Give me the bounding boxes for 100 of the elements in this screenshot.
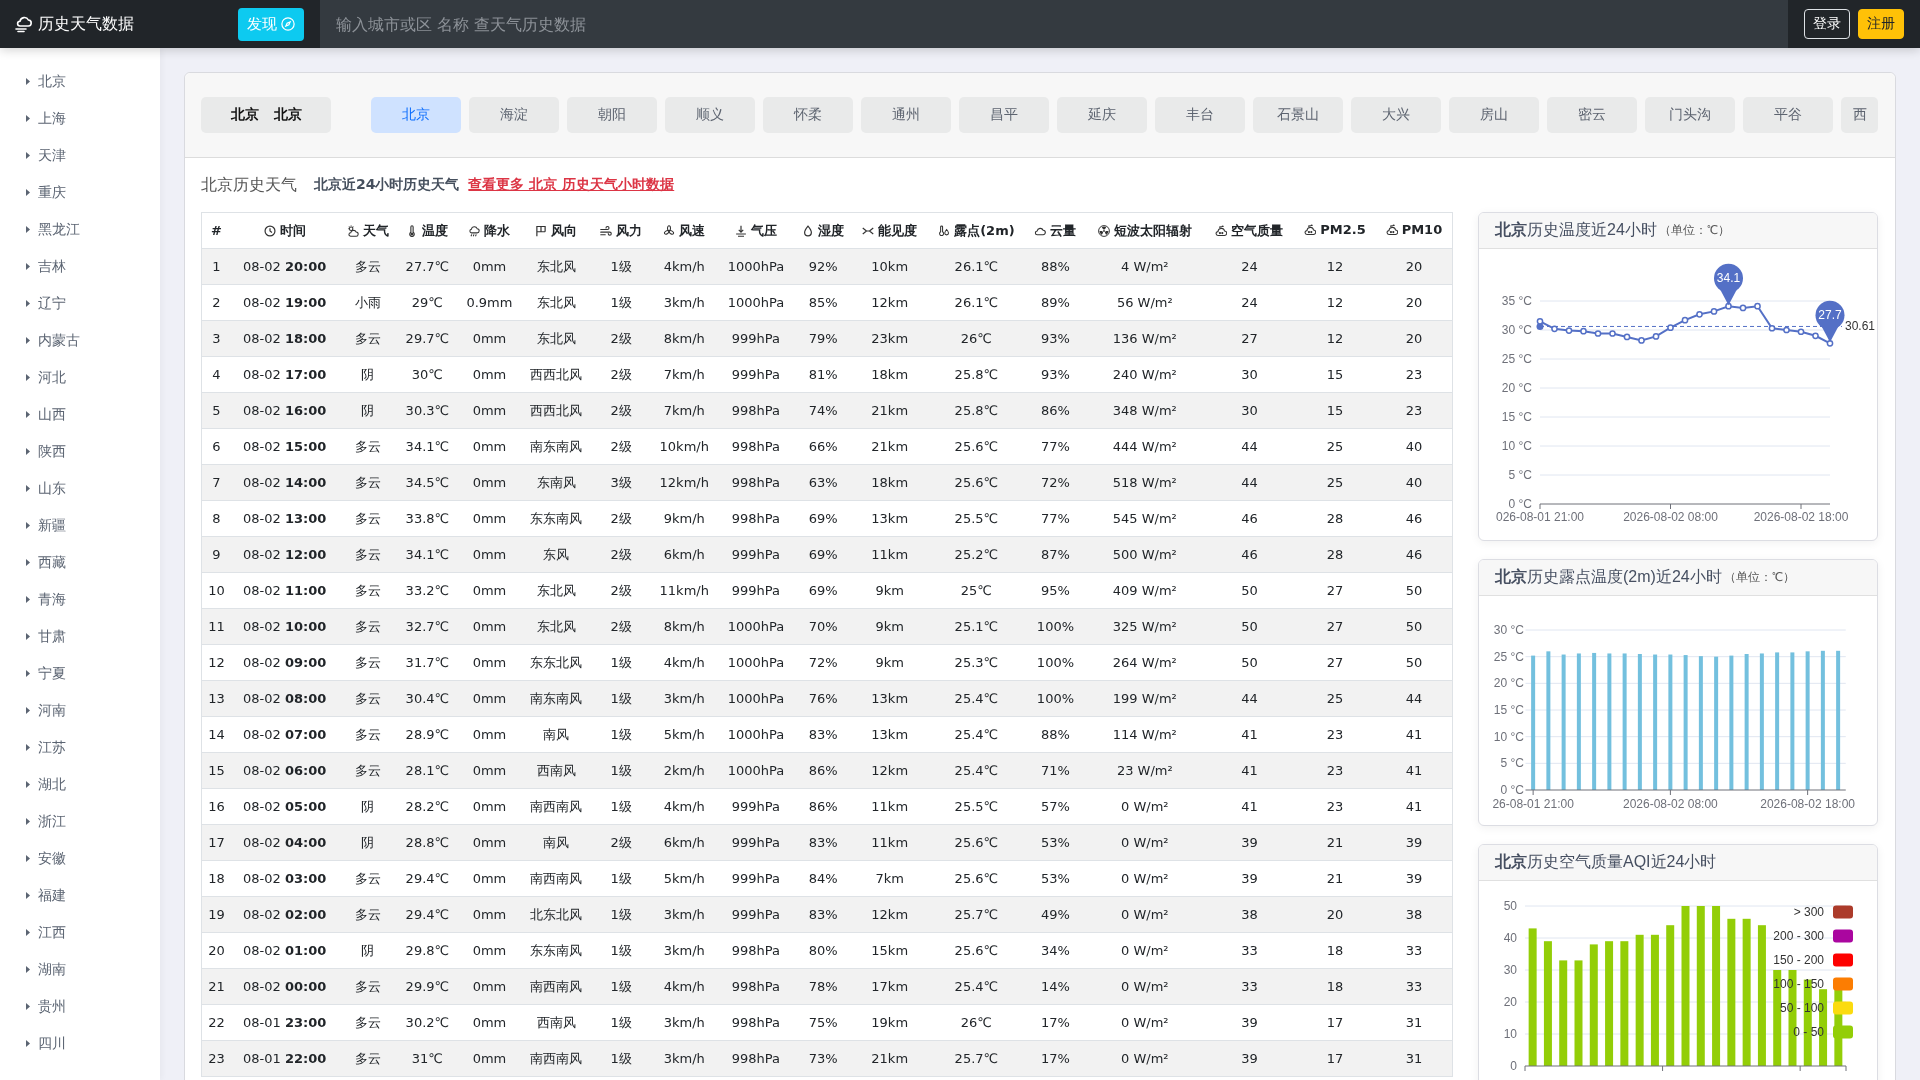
- table-cell: 39: [1204, 860, 1295, 897]
- axis-label: 30: [1503, 963, 1517, 977]
- table-cell: 3: [201, 320, 231, 357]
- table-cell: 998hPa: [717, 932, 794, 969]
- table-cell: 21km: [852, 428, 927, 465]
- table-cell: 88%: [1026, 716, 1085, 753]
- table-cell: 100%: [1026, 680, 1085, 717]
- table-cell: 6: [201, 428, 231, 465]
- table-cell: 999hPa: [717, 788, 794, 825]
- table-cell: 12km: [852, 284, 927, 321]
- table-cell: 9km: [852, 572, 927, 609]
- table-cell: 1级: [591, 680, 651, 717]
- table-cell: 46: [1375, 500, 1453, 537]
- table-cell: 11km/h: [650, 572, 718, 609]
- table-cell: 34.1℃: [397, 428, 458, 465]
- table-cell: 13km: [852, 680, 927, 717]
- table-cell: 南西南风: [521, 1040, 592, 1077]
- table-cell: 多云: [338, 680, 398, 717]
- table-cell: 26.1℃: [926, 284, 1027, 321]
- table-cell: 57%: [1026, 788, 1085, 825]
- table-cell: 1000hPa: [717, 248, 794, 285]
- table-cell: 0mm: [457, 536, 522, 573]
- table-cell: 264 W/m²: [1084, 644, 1205, 681]
- table-cell: 多云: [338, 464, 398, 501]
- column-header: 露点(2m): [954, 221, 1015, 240]
- axis-label: 30 °C: [1493, 623, 1524, 637]
- table-cell: 多云: [338, 536, 398, 573]
- table-cell: 0 W/m²: [1084, 968, 1205, 1005]
- axis-label: 0: [1510, 1059, 1517, 1073]
- table-cell: 小雨: [338, 284, 398, 321]
- table-cell: 29.8℃: [397, 932, 458, 969]
- table-cell: 999hPa: [717, 356, 794, 393]
- table-cell: 2级: [591, 428, 651, 465]
- table-cell: 东南风: [521, 464, 592, 501]
- table-cell: 72%: [793, 644, 853, 681]
- table-cell: 8: [201, 500, 231, 537]
- table-cell: 25.6℃: [926, 464, 1027, 501]
- table-cell: 1级: [591, 788, 651, 825]
- table-cell: 08-02 20:00: [230, 248, 339, 285]
- legend-label: > 300: [1793, 905, 1824, 919]
- table-cell: 1级: [591, 248, 651, 285]
- table-cell: 南东南风: [521, 428, 592, 465]
- axis-label: 25 °C: [1501, 352, 1532, 366]
- table-cell: 5km/h: [650, 716, 718, 753]
- table-cell: 0.9mm: [457, 284, 522, 321]
- table-cell: 2级: [591, 608, 651, 645]
- table-cell: 3km/h: [650, 896, 718, 933]
- axis-label: 20 °C: [1501, 381, 1532, 395]
- table-cell: 东东南风: [521, 500, 592, 537]
- table-cell: 3km/h: [650, 932, 718, 969]
- table-cell: 25.2℃: [926, 536, 1027, 573]
- table-cell: 15: [1294, 356, 1376, 393]
- axis-label: 15 °C: [1493, 703, 1524, 717]
- axis-label: 50: [1503, 899, 1517, 913]
- table-cell: 5km/h: [650, 860, 718, 897]
- table-cell: 24: [1204, 248, 1295, 285]
- table-cell: 30℃: [397, 356, 458, 393]
- legend-label: 200 - 300: [1773, 929, 1824, 943]
- table-cell: 29.9℃: [397, 968, 458, 1005]
- column-header: 时间: [279, 221, 306, 240]
- table-cell: 444 W/m²: [1084, 428, 1205, 465]
- table-cell: 56 W/m²: [1084, 284, 1205, 321]
- table-cell: 50: [1204, 608, 1295, 645]
- table-cell: 83%: [793, 824, 853, 861]
- table-cell: 西南风: [521, 752, 592, 789]
- axis-label: 5 °C: [1500, 756, 1524, 771]
- table-cell: 6km/h: [650, 536, 718, 573]
- table-cell: 25.4℃: [926, 716, 1027, 753]
- table-cell: 33: [1204, 968, 1295, 1005]
- table-cell: 多云: [338, 716, 398, 753]
- table-cell: 12km/h: [650, 464, 718, 501]
- table-cell: 44: [1204, 680, 1295, 717]
- chart-title: 北京历史露点温度(2m)近24小时: [1495, 567, 1722, 587]
- table-cell: 0mm: [457, 428, 522, 465]
- table-cell: 92%: [793, 248, 853, 285]
- table-cell: 83%: [793, 716, 853, 753]
- table-cell: 32.7℃: [397, 608, 458, 645]
- table-cell: 12km: [852, 896, 927, 933]
- table-cell: 28.1℃: [397, 752, 458, 789]
- table-cell: 18km: [852, 464, 927, 501]
- table-cell: 50: [1375, 644, 1453, 681]
- axis-label: 2026-08-02 18:00: [1753, 510, 1849, 524]
- table-cell: 0 W/m²: [1084, 896, 1205, 933]
- table-cell: 南东南风: [521, 680, 592, 717]
- table-cell: 409 W/m²: [1084, 572, 1205, 609]
- table-cell: 25.8℃: [926, 392, 1027, 429]
- table-cell: 28.8℃: [397, 824, 458, 861]
- table-cell: 0 W/m²: [1084, 1040, 1205, 1077]
- table-cell: 26.1℃: [926, 248, 1027, 285]
- table-cell: 12: [1294, 248, 1376, 285]
- table-cell: 2级: [591, 536, 651, 573]
- table-cell: 30: [1204, 356, 1295, 393]
- table-cell: 30: [1204, 392, 1295, 429]
- table-cell: 0mm: [457, 1004, 522, 1041]
- unit-label: （单位：℃）: [1723, 569, 1795, 586]
- table-cell: 08-02 09:00: [230, 644, 339, 681]
- table-cell: 3级: [591, 464, 651, 501]
- table-cell: 41: [1204, 716, 1295, 753]
- section-subtitle: 北京近24小时历史天气: [314, 176, 460, 194]
- table-cell: 0 W/m²: [1084, 860, 1205, 897]
